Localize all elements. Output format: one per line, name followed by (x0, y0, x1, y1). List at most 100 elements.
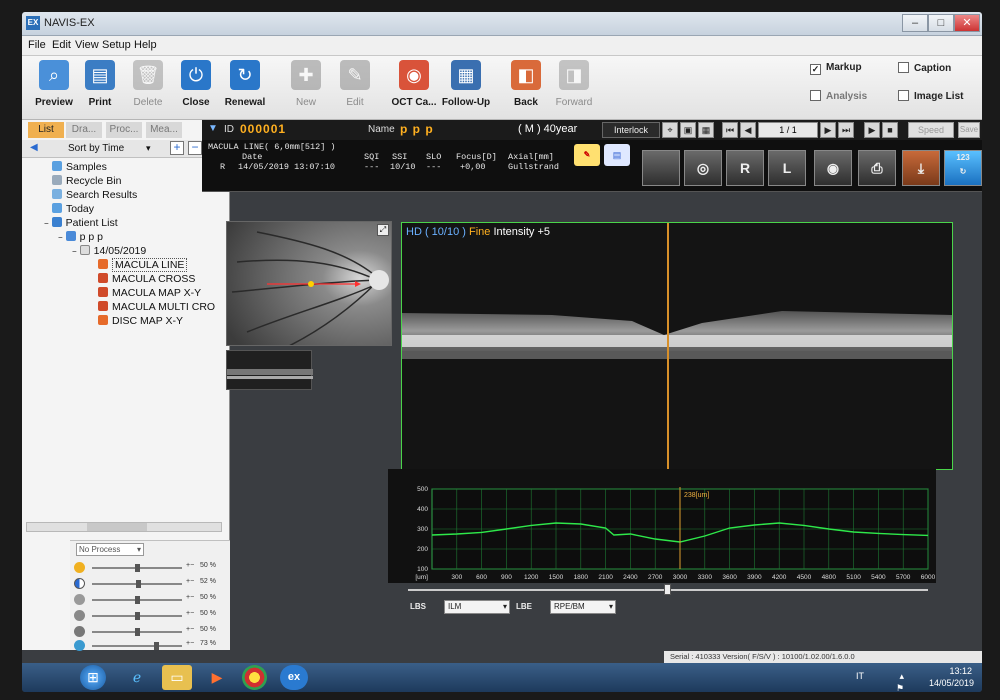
position-slider[interactable] (408, 584, 928, 595)
expand-icon[interactable]: ⤢ (377, 224, 389, 236)
file-explorer-icon[interactable]: ▭ (162, 665, 192, 690)
play-button[interactable]: ▶ (864, 122, 880, 138)
noise-slider[interactable]: +− 50 % (74, 625, 224, 639)
tree-item-today[interactable]: Today (52, 202, 94, 216)
speed-button[interactable]: Speed (908, 122, 954, 138)
fundus-image[interactable]: ⤢ (226, 221, 392, 346)
interlock-toggle[interactable]: Interlock (602, 122, 660, 138)
first-page-button[interactable]: ⏮ (722, 122, 738, 138)
markup-checkbox[interactable]: ✓ Markup (810, 62, 862, 75)
oct-thumbnail[interactable] (226, 350, 313, 390)
tree-item-patient-list[interactable]: − Patient List (44, 216, 118, 230)
gamma-slider[interactable]: +− 50 % (74, 593, 224, 607)
caption-checkbox[interactable]: Caption (898, 62, 951, 74)
thickness-chart[interactable]: 300 600 900 1200 1500 1800 2100 2400 2700 3000 330… (388, 469, 936, 583)
tray-date[interactable]: 14/05/2019 (929, 677, 974, 689)
tab-draw[interactable]: Dra... (66, 122, 102, 138)
save-button[interactable]: Save (958, 122, 980, 138)
slider-thumb[interactable] (134, 564, 140, 572)
view-left-eye-button[interactable]: L (768, 150, 806, 186)
last-page-button[interactable]: ⏭ (838, 122, 854, 138)
menu-file[interactable]: File (28, 39, 46, 51)
remove-button[interactable]: − (188, 141, 202, 155)
color-slider[interactable]: +− 73 % (74, 639, 224, 653)
renewal-button[interactable]: ↻ Renewal (217, 60, 273, 116)
tool-icon-1[interactable]: ⌖ (662, 122, 678, 138)
stop-button[interactable]: ■ (882, 122, 898, 138)
oct-capture-button[interactable]: ◉ OCT Ca... (386, 60, 442, 116)
slider-thumb[interactable] (134, 612, 140, 620)
report-icon[interactable]: ▤ (604, 144, 630, 166)
edit-report-icon[interactable]: ✎ (574, 144, 600, 166)
patient-dropdown-icon[interactable]: ▼ (208, 123, 218, 134)
tree-item-samples[interactable]: Samples (52, 160, 107, 174)
menu-view[interactable]: View (75, 39, 99, 51)
lbs-select[interactable]: ILM (444, 600, 510, 614)
export-button[interactable]: ⤓ (902, 150, 940, 186)
tool-icon-2[interactable]: ▣ (680, 122, 696, 138)
sort-by-time[interactable]: Sort by Time (68, 143, 124, 154)
oct-bscan-image[interactable]: HD ( 10/10 ) Fine Intensity +5 (401, 222, 953, 470)
prev-page-button[interactable]: ◀ (740, 122, 756, 138)
view-both-eyes-button[interactable]: ◎ (684, 150, 722, 186)
tab-list[interactable]: List (28, 122, 64, 138)
slider-thumb[interactable] (134, 596, 140, 604)
lbe-select[interactable]: RPE/BM (550, 600, 616, 614)
language-indicator[interactable]: IT (856, 670, 864, 682)
maximize-button[interactable]: □ (928, 14, 954, 32)
next-page-button[interactable]: ▶ (820, 122, 836, 138)
close-window-button[interactable]: ✕ (954, 14, 980, 32)
chrome-icon[interactable] (242, 665, 267, 690)
follow-up-button[interactable]: ▦ Follow-Up (438, 60, 494, 116)
tray-icons[interactable]: ▴ ⚑ ▮ ♪ (896, 670, 904, 692)
media-player-icon[interactable]: ▶ (202, 665, 232, 690)
process-select[interactable]: No Process ▾ (76, 543, 144, 556)
sort-dropdown-icon[interactable]: ▾ (146, 143, 151, 154)
start-button[interactable]: ⊞ (80, 665, 106, 690)
close-button[interactable]: ⏻ Close (168, 60, 224, 116)
minimize-button[interactable]: – (902, 14, 928, 32)
tree-item-macula-cross[interactable]: MACULA CROSS (98, 272, 195, 286)
position-slider-thumb[interactable] (664, 584, 671, 595)
fovea-marker[interactable] (308, 281, 314, 287)
tool-icon-3[interactable]: ▦ (698, 122, 714, 138)
menu-help[interactable]: Help (134, 39, 157, 51)
slider-thumb[interactable] (134, 628, 140, 636)
tree-horizontal-scrollbar[interactable] (26, 522, 222, 532)
tree-item-date[interactable]: −14/05/2019 (72, 244, 146, 258)
menu-edit[interactable]: Edit (52, 39, 71, 51)
new-button[interactable]: ✚ New (278, 60, 334, 116)
internet-explorer-icon[interactable]: ℯ (122, 665, 152, 690)
add-button[interactable]: + (170, 141, 184, 155)
slider-thumb[interactable] (154, 642, 160, 650)
choroid-layer (402, 347, 952, 359)
tray-time[interactable]: 13:12 (929, 665, 972, 677)
numbering-button[interactable]: 123 ↻ (944, 150, 982, 186)
x-tick-label: 3600 (722, 574, 737, 581)
contrast-slider[interactable]: +− 52 % (74, 577, 224, 591)
image-list-checkbox[interactable]: Image List (898, 90, 963, 102)
sharpness-slider[interactable]: +− 50 % (74, 609, 224, 623)
view-layout-button[interactable] (642, 150, 680, 186)
edit-button[interactable]: ✎ Edit (327, 60, 383, 116)
tab-process[interactable]: Proc... (106, 122, 142, 138)
tree-item-patient[interactable]: − p p p (58, 230, 103, 244)
tab-measure[interactable]: Mea... (146, 122, 182, 138)
view-tool-button[interactable]: ◉ (814, 150, 852, 186)
menu-setup[interactable]: Setup (102, 39, 131, 51)
print-view-button[interactable]: ⎙ (858, 150, 896, 186)
forward-button[interactable]: ◨ Forward (546, 60, 602, 116)
tree-item-search-results[interactable]: Search Results (52, 188, 137, 202)
tree-item-macula-multi[interactable]: MACULA MULTI CRO (98, 300, 215, 314)
view-right-eye-button[interactable]: R (726, 150, 764, 186)
collapse-icon[interactable]: ◀ (30, 142, 38, 153)
slider-thumb[interactable] (136, 580, 142, 588)
tree-item-disc-map[interactable]: DISC MAP X-Y (98, 314, 183, 328)
navis-ex-taskbar-icon[interactable]: ex (280, 665, 308, 690)
scrollbar-thumb[interactable] (87, 523, 147, 531)
tree-item-recycle-bin[interactable]: Recycle Bin (52, 174, 121, 188)
brightness-slider[interactable]: +− 50 % (74, 561, 224, 575)
tree-item-macula-map[interactable]: MACULA MAP X-Y (98, 286, 201, 300)
tree-item-macula-line[interactable]: MACULA LINE (98, 258, 188, 272)
analysis-checkbox[interactable]: Analysis (810, 90, 867, 102)
